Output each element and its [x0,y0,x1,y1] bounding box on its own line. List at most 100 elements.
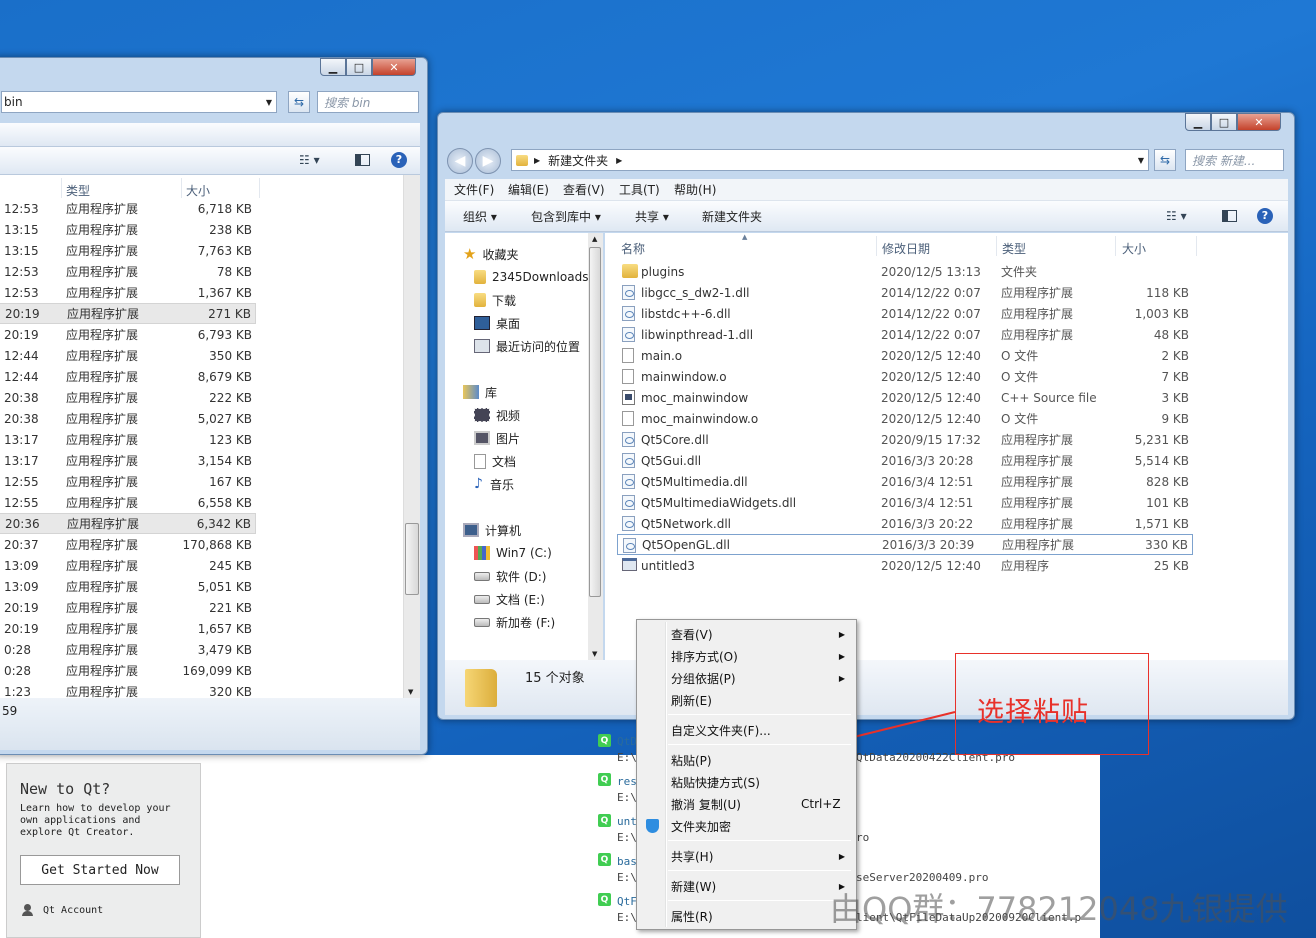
file-row[interactable]: Qt5OpenGL.dll 2016/3/3 20:39 应用程序扩展 330 KB [617,534,1193,555]
maximize-button[interactable]: □ [346,58,372,76]
menu-item-paste-shortcut[interactable]: 粘贴快捷方式(S) [640,772,853,792]
menu-item-paste[interactable]: 粘贴(P) [640,750,853,770]
file-row[interactable]: moc_mainwindow.o 2020/12/5 12:40 O 文件 9 KB [617,408,1193,429]
file-row[interactable]: Qt5MultimediaWidgets.dll 2016/3/4 12:51 应用… [617,492,1193,513]
col-type-header[interactable]: 类型 [1002,240,1026,257]
help-icon[interactable]: ? [1257,208,1273,224]
file-row[interactable]: libstdc++-6.dll 2014/12/22 0:07 应用程序扩展 1,00… [617,303,1193,324]
scroll-down-arrow-icon[interactable]: ▼ [592,650,597,658]
nav-drive-d[interactable]: 软件 (D:) [474,565,546,587]
project-name-3[interactable]: unt [617,815,637,828]
back-button[interactable]: ◀ [447,148,473,174]
scroll-down-arrow-icon[interactable]: ▼ [408,688,413,696]
help-icon[interactable]: ? [391,152,407,168]
nav-scrollbar[interactable]: ▲ ▼ [588,233,603,660]
project-name-1[interactable]: QtD [617,735,637,748]
table-row[interactable]: 20:36 应用程序扩展 6,342 KB [0,513,256,534]
file-row[interactable]: untitled3 2020/12/5 12:40 应用程序 25 KB [617,555,1193,576]
table-row[interactable]: 20:19 应用程序扩展 271 KB [0,303,256,324]
file-row[interactable]: libgcc_s_dw2-1.dll 2014/12/22 0:07 应用程序扩展 1… [617,282,1193,303]
menu-item-undo-copy[interactable]: 撤消 复制(U) Ctrl+Z [640,794,853,814]
table-row[interactable]: 13:17 应用程序扩展 3,154 KB [0,450,256,471]
col-size-header[interactable]: 大小 [186,182,210,199]
table-row[interactable]: 20:19 应用程序扩展 6,793 KB [0,324,256,345]
menu-file[interactable]: 文件(F) [454,181,494,198]
organize-button[interactable]: 组织 ▾ [463,208,497,225]
view-options-icon[interactable]: ☷ ▾ [1166,209,1187,223]
menu-item-customize[interactable]: 自定义文件夹(F)... [640,720,853,740]
table-row[interactable]: 12:53 应用程序扩展 1,367 KB [0,282,256,303]
nav-downloads[interactable]: 下载 [474,289,516,311]
nav-drive-c[interactable]: Win7 (C:) [474,542,552,564]
nav-libraries[interactable]: 库 [463,381,497,403]
project-name-5[interactable]: QtF [617,895,637,908]
menu-item-new[interactable]: 新建(W) ▶ [640,876,853,896]
file-row[interactable]: main.o 2020/12/5 12:40 O 文件 2 KB [617,345,1193,366]
col-name-header[interactable]: 名称 [621,240,645,257]
nav-documents[interactable]: 文档 [474,450,516,472]
nav-favorites[interactable]: ★ 收藏夹 [463,243,518,265]
table-row[interactable]: 20:37 应用程序扩展 170,868 KB [0,534,256,555]
nav-videos[interactable]: 视频 [474,404,520,426]
nav-pictures[interactable]: 图片 [474,427,520,449]
project-name-4[interactable]: bas [617,855,637,868]
table-row[interactable]: 12:44 应用程序扩展 350 KB [0,345,256,366]
col-date-header[interactable]: 修改日期 [882,240,930,257]
menu-item-properties[interactable]: 属性(R) [640,906,853,926]
menu-item-refresh[interactable]: 刷新(E) [640,690,853,710]
view-options-icon[interactable]: ☷ ▾ [299,153,320,167]
table-row[interactable]: 12:53 应用程序扩展 78 KB [0,261,256,282]
file-row[interactable]: Qt5Network.dll 2016/3/3 20:22 应用程序扩展 1,571 … [617,513,1193,534]
table-row[interactable]: 1:23 应用程序扩展 320 KB [0,681,256,699]
table-row[interactable]: 13:15 应用程序扩展 7,763 KB [0,240,256,261]
forward-button[interactable]: ▶ [475,148,501,174]
col-size-header[interactable]: 大小 [1122,240,1146,257]
minimize-button[interactable]: ▁ [320,58,346,76]
menu-item-group[interactable]: 分组依据(P) ▶ [640,668,853,688]
nav-recent[interactable]: 最近访问的位置 [474,335,580,357]
table-row[interactable]: 13:17 应用程序扩展 123 KB [0,429,256,450]
table-row[interactable]: 0:28 应用程序扩展 3,479 KB [0,639,256,660]
table-row[interactable]: 13:09 应用程序扩展 5,051 KB [0,576,256,597]
menu-item-folder-encrypt[interactable]: 文件夹加密 [640,816,853,836]
file-row[interactable]: Qt5Multimedia.dll 2016/3/4 12:51 应用程序扩展 828… [617,471,1193,492]
qt-account-link[interactable]: Qt Account [43,905,103,916]
maximize-button[interactable]: □ [1211,113,1237,131]
new-folder-button[interactable]: 新建文件夹 [702,208,762,225]
close-button[interactable]: ✕ [372,58,416,76]
menu-item-view[interactable]: 查看(V) ▶ [640,624,853,644]
nav-computer[interactable]: 计算机 [463,519,521,541]
project-name-2[interactable]: res [617,775,637,788]
nav-2345downloads[interactable]: 2345Downloads [474,266,588,288]
file-row[interactable]: libwinpthread-1.dll 2014/12/22 0:07 应用程序扩展… [617,324,1193,345]
breadcrumb-folder[interactable]: 新建文件夹 [548,152,608,169]
file-row[interactable]: mainwindow.o 2020/12/5 12:40 O 文件 7 KB [617,366,1193,387]
file-row[interactable]: plugins 2020/12/5 13:13 文件夹 [617,261,1193,282]
get-started-button[interactable]: Get Started Now [20,855,180,885]
nav-desktop[interactable]: 桌面 [474,312,520,334]
scrollbar[interactable]: ▼ [403,175,420,698]
table-row[interactable]: 20:38 应用程序扩展 5,027 KB [0,408,256,429]
file-row[interactable]: Qt5Core.dll 2020/9/15 17:32 应用程序扩展 5,231 KB [617,429,1193,450]
include-in-library-button[interactable]: 包含到库中 ▾ [531,208,601,225]
col-type-header[interactable]: 类型 [66,182,90,199]
preview-pane-icon[interactable] [355,154,370,166]
table-row[interactable]: 12:44 应用程序扩展 8,679 KB [0,366,256,387]
dropdown-arrow-icon[interactable]: ▼ [266,98,272,107]
menu-edit[interactable]: 编辑(E) [508,181,549,198]
table-row[interactable]: 12:53 应用程序扩展 6,718 KB [0,198,256,219]
menu-help[interactable]: 帮助(H) [674,181,716,198]
table-row[interactable]: 20:19 应用程序扩展 1,657 KB [0,618,256,639]
address-bar[interactable]: ▶ 新建文件夹 ▶ ▼ [511,149,1149,171]
menu-view[interactable]: 查看(V) [563,181,605,198]
share-button[interactable]: 共享 ▾ [635,208,669,225]
file-row[interactable]: moc_mainwindow 2020/12/5 12:40 C++ Source … [617,387,1193,408]
nav-drive-f[interactable]: 新加卷 (F:) [474,611,555,633]
menu-tools[interactable]: 工具(T) [619,181,660,198]
scroll-up-arrow-icon[interactable]: ▲ [592,235,597,243]
refresh-button[interactable]: ⇆ [1154,149,1176,171]
table-row[interactable]: 12:55 应用程序扩展 167 KB [0,471,256,492]
search-input[interactable]: 搜索 bin [317,91,419,113]
scrollbar-thumb[interactable] [405,523,419,595]
dropdown-arrow-icon[interactable]: ▼ [1138,156,1144,165]
